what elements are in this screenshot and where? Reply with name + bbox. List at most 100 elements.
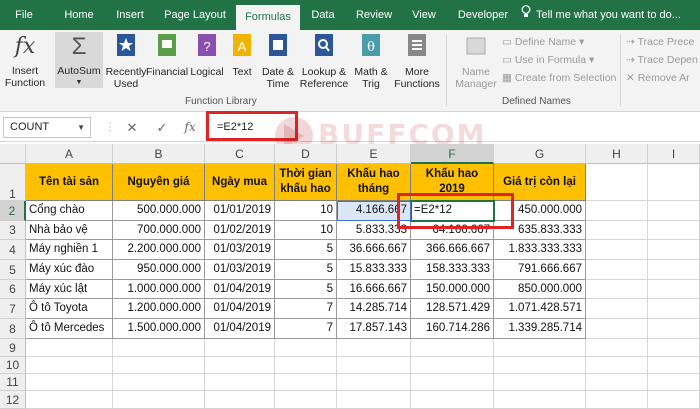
table-cell[interactable]: 01/03/2019 <box>205 260 275 280</box>
table-cell[interactable]: 158.333.333 <box>411 260 494 280</box>
table-cell[interactable]: 5 <box>275 260 337 280</box>
define-name-button[interactable]: ▭ Define Name ▾ <box>502 35 584 49</box>
name-box[interactable]: COUNT ▼ <box>3 117 91 138</box>
tell-me-box[interactable]: Tell me what you want to do... <box>521 0 681 30</box>
row-header[interactable]: 7 <box>0 299 26 319</box>
trace-dependents-button[interactable]: ⇢ Trace Depen <box>626 53 698 67</box>
table-cell[interactable]: 366.666.667 <box>411 240 494 260</box>
grid-cell[interactable] <box>586 221 648 240</box>
financial-button[interactable]: Financial <box>146 32 188 78</box>
grid-cell[interactable] <box>648 164 700 201</box>
table-cell[interactable]: 7 <box>275 319 337 339</box>
table-cell[interactable]: 01/04/2019 <box>205 280 275 299</box>
grid-cell[interactable] <box>26 391 113 409</box>
tab-insert[interactable]: Insert <box>108 0 152 30</box>
grid-cell[interactable] <box>494 357 586 374</box>
table-cell[interactable]: Máy xúc đào <box>26 260 113 280</box>
grid-cell[interactable] <box>494 339 586 357</box>
insert-function-button[interactable]: fx Insert Function <box>2 32 48 89</box>
tab-file[interactable]: File <box>6 0 42 30</box>
more-functions-button[interactable]: More Functions <box>392 32 442 90</box>
remove-arrows-button[interactable]: ✕ Remove Ar <box>626 71 690 85</box>
grid-cell[interactable] <box>494 374 586 391</box>
tab-home[interactable]: Home <box>55 0 103 30</box>
table-cell[interactable]: Máy nghiền 1 <box>26 240 113 260</box>
grid-cell[interactable] <box>275 391 337 409</box>
tab-developer[interactable]: Developer <box>452 0 514 30</box>
grid-cell[interactable] <box>275 339 337 357</box>
table-cell[interactable]: Ô tô Mercedes <box>26 319 113 339</box>
grid-cell[interactable] <box>648 240 700 260</box>
tab-data[interactable]: Data <box>306 0 340 30</box>
grid-cell[interactable] <box>586 280 648 299</box>
math-trig-button[interactable]: θ Math & Trig <box>350 32 392 90</box>
table-cell[interactable]: 10 <box>275 201 337 221</box>
table-cell[interactable]: 01/02/2019 <box>205 221 275 240</box>
table-cell[interactable]: 160.714.286 <box>411 319 494 339</box>
tab-page-layout[interactable]: Page Layout <box>160 0 230 30</box>
grid-cell[interactable] <box>648 280 700 299</box>
table-cell[interactable]: 16.666.667 <box>337 280 411 299</box>
row-header[interactable]: 10 <box>0 357 26 374</box>
grid-cell[interactable] <box>275 374 337 391</box>
table-cell[interactable]: Nhà bảo vệ <box>26 221 113 240</box>
grid-cell[interactable] <box>205 339 275 357</box>
table-cell[interactable]: Ô tô Toyota <box>26 299 113 319</box>
grid-cell[interactable] <box>205 357 275 374</box>
column-header[interactable]: F <box>411 144 494 164</box>
grid-cell[interactable] <box>586 357 648 374</box>
tab-review[interactable]: Review <box>352 0 396 30</box>
grid-cell[interactable] <box>26 374 113 391</box>
grid-cell[interactable] <box>113 339 205 357</box>
grid-cell[interactable] <box>113 374 205 391</box>
grid-cell[interactable] <box>648 201 700 221</box>
grid-cell[interactable] <box>337 391 411 409</box>
table-cell[interactable]: 10 <box>275 221 337 240</box>
table-cell[interactable]: 5 <box>275 240 337 260</box>
table-cell[interactable]: 1.500.000.000 <box>113 319 205 339</box>
grid-cell[interactable] <box>586 201 648 221</box>
grid-cell[interactable] <box>648 357 700 374</box>
lookup-reference-button[interactable]: Lookup & Reference <box>298 32 350 90</box>
row-header[interactable]: 8 <box>0 319 26 339</box>
table-cell[interactable]: 950.000.000 <box>113 260 205 280</box>
table-cell[interactable]: 01/04/2019 <box>205 319 275 339</box>
table-cell[interactable]: Máy xúc lật <box>26 280 113 299</box>
grid-cell[interactable] <box>586 374 648 391</box>
grid-cell[interactable] <box>337 357 411 374</box>
grid-cell[interactable] <box>113 391 205 409</box>
table-cell[interactable]: 128.571.429 <box>411 299 494 319</box>
table-header-cell[interactable]: Ngày mua <box>205 164 275 201</box>
grid-cell[interactable] <box>494 391 586 409</box>
name-manager-button[interactable]: Name Manager <box>450 32 502 90</box>
table-cell[interactable]: 01/04/2019 <box>205 299 275 319</box>
table-cell[interactable]: 150.000.000 <box>411 280 494 299</box>
table-header-cell[interactable]: Thời gian khấu hao <box>275 164 337 201</box>
grid-cell[interactable] <box>586 240 648 260</box>
table-cell[interactable]: 01/01/2019 <box>205 201 275 221</box>
grid-cell[interactable] <box>586 319 648 339</box>
table-cell[interactable]: 1.833.333.333 <box>494 240 586 260</box>
table-cell[interactable]: 850.000.000 <box>494 280 586 299</box>
tab-view[interactable]: View <box>405 0 443 30</box>
create-from-selection-button[interactable]: ▦ Create from Selection <box>502 71 616 85</box>
table-header-cell[interactable]: Nguyên giá <box>113 164 205 201</box>
row-header[interactable]: 1 <box>0 164 26 201</box>
grid-cell[interactable] <box>275 357 337 374</box>
grid-cell[interactable] <box>205 391 275 409</box>
row-header[interactable]: 2 <box>0 201 26 221</box>
grid-cell[interactable] <box>586 339 648 357</box>
table-cell[interactable]: 01/03/2019 <box>205 240 275 260</box>
table-cell[interactable]: 700.000.000 <box>113 221 205 240</box>
tab-formulas[interactable]: Formulas <box>236 5 300 30</box>
table-cell[interactable]: 500.000.000 <box>113 201 205 221</box>
table-cell[interactable]: 17.857.143 <box>337 319 411 339</box>
grid-cell[interactable] <box>648 391 700 409</box>
table-cell[interactable]: 14.285.714 <box>337 299 411 319</box>
table-cell[interactable]: 1.339.285.714 <box>494 319 586 339</box>
grid-cell[interactable] <box>113 357 205 374</box>
table-cell[interactable]: 791.666.667 <box>494 260 586 280</box>
column-header[interactable]: A <box>26 144 113 164</box>
column-header[interactable]: G <box>494 144 586 164</box>
table-cell[interactable]: 36.666.667 <box>337 240 411 260</box>
